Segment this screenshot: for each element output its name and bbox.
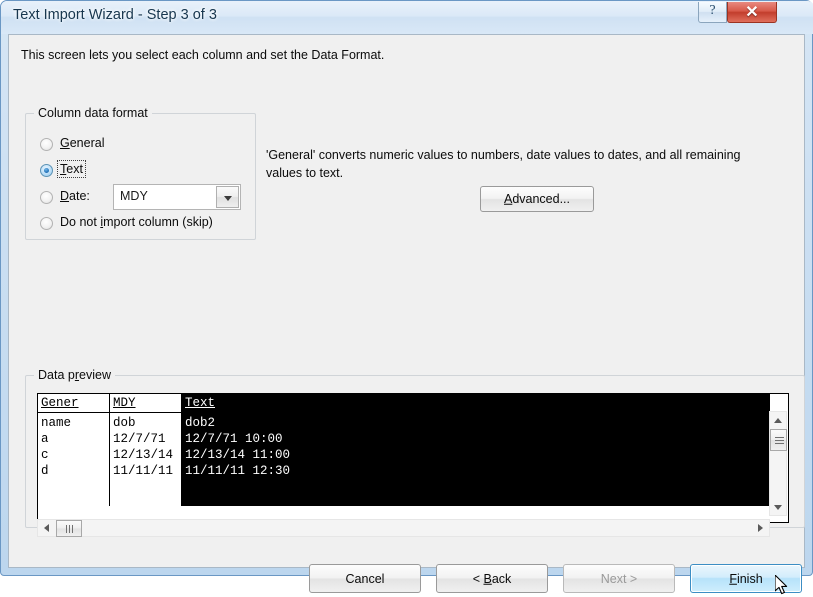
dialog-body: This screen lets you select each column … [8, 34, 805, 595]
title-bar: Text Import Wizard - Step 3 of 3 ? ✕ [1, 1, 813, 34]
back-button-label: < Back [472, 571, 512, 586]
format-description: 'General' converts numeric values to num… [266, 148, 741, 180]
preview-cell: dob [113, 416, 136, 430]
question-mark-icon: ? [709, 3, 716, 18]
date-format-combobox[interactable]: MDY [113, 184, 241, 210]
window-title: Text Import Wizard - Step 3 of 3 [13, 7, 217, 23]
horizontal-scrollbar-thumb[interactable] [56, 520, 82, 537]
next-button: Next > [563, 564, 675, 593]
advanced-button-label: Advanced... [503, 191, 571, 206]
grip-line [72, 525, 73, 533]
mouse-cursor [775, 575, 788, 595]
close-icon: ✕ [745, 4, 759, 21]
header-rule [38, 412, 770, 413]
close-button[interactable]: ✕ [727, 2, 777, 23]
column-data-format-title: Column data format [34, 106, 152, 120]
grip-line [775, 443, 784, 444]
grip-line [775, 437, 784, 438]
preview-cell: c [41, 448, 49, 462]
dialog-window: Text Import Wizard - Step 3 of 3 ? ✕ Thi… [0, 0, 813, 595]
preview-vertical-scrollbar[interactable] [769, 411, 787, 516]
preview-cell: a [41, 432, 49, 446]
preview-cell: dob2 [185, 416, 216, 430]
grip-line [775, 440, 784, 441]
cancel-button-label: Cancel [345, 571, 385, 586]
radio-text-label: Text [57, 160, 86, 178]
preview-cell: 11/11/11 [113, 464, 174, 478]
preview-cell: 12/13/14 11:00 [185, 448, 291, 462]
scroll-right-arrow-icon[interactable] [753, 520, 769, 536]
date-format-value: MDY [120, 189, 148, 203]
preview-cell: 12/7/71 [113, 432, 166, 446]
radio-general-label: General [60, 136, 105, 150]
preview-header-2[interactable]: MDY [113, 395, 136, 411]
data-preview-grid[interactable]: Gener MDY Text name dob dob2 a 12/7/71 1… [37, 393, 789, 523]
cancel-button[interactable]: Cancel [309, 564, 421, 593]
preview-header-1[interactable]: Gener [41, 395, 79, 411]
radio-date-label: Date: [60, 189, 90, 203]
column-separator-2[interactable] [181, 394, 182, 506]
preview-cell: 12/13/14 [113, 448, 174, 462]
grip-line [69, 525, 70, 533]
preview-cell: 11/11/11 12:30 [185, 464, 291, 478]
advanced-button[interactable]: Advanced... [480, 186, 594, 212]
preview-header-3[interactable]: Text [185, 395, 215, 411]
preview-horizontal-scrollbar[interactable] [37, 519, 770, 537]
radio-do-not-import-label: Do not import column (skip) [60, 215, 213, 229]
radio-date-indicator [40, 191, 53, 204]
scroll-down-arrow-icon[interactable] [770, 499, 786, 515]
chevron-down-icon[interactable] [216, 186, 239, 208]
instruction-text: This screen lets you select each column … [21, 48, 385, 62]
data-preview-title: Data preview [34, 368, 115, 382]
column-data-format-group: Column data format General Text Date: Do… [25, 106, 256, 240]
radio-do-not-import-indicator [40, 217, 53, 230]
help-button[interactable]: ? [698, 2, 727, 23]
radio-general-indicator [40, 138, 53, 151]
next-button-label: Next > [600, 571, 638, 586]
scroll-up-arrow-icon[interactable] [770, 412, 786, 428]
preview-cell: 12/7/71 10:00 [185, 432, 283, 446]
scroll-left-arrow-icon[interactable] [38, 520, 54, 536]
data-preview-columns: Gener MDY Text name dob dob2 a 12/7/71 1… [38, 394, 770, 506]
grip-line [66, 525, 67, 533]
vertical-scrollbar-thumb[interactable] [770, 429, 787, 451]
column-separator-1[interactable] [109, 394, 110, 506]
back-button[interactable]: < Back [436, 564, 548, 593]
radio-text-indicator [40, 164, 53, 177]
preview-cell: name [41, 416, 72, 430]
preview-cell: d [41, 464, 49, 478]
